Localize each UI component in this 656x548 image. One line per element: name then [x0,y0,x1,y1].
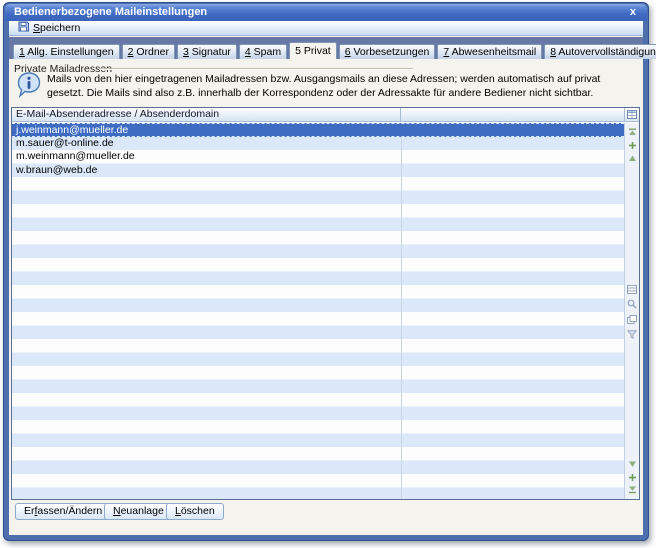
info-text: Mails von den hier eingetragenen Mailadr… [47,73,607,100]
grid-view-icon[interactable] [625,283,639,295]
close-button[interactable]: x [630,5,636,20]
tab-ordner[interactable]: 2 Ordner [122,44,175,59]
scroll-to-bottom-icon[interactable] [625,484,639,496]
tab-privat[interactable]: 5 Privat [289,42,337,59]
grid-row[interactable]: w.braun@web.de [12,164,624,178]
loeschen-button[interactable]: Löschen [166,503,224,520]
search-icon[interactable] [625,298,639,310]
filter-icon[interactable] [625,328,639,340]
grid-column-divider [401,123,402,499]
tab-page-privat: Private Mailadressen Mails von den hier … [9,59,643,535]
tab-signatur[interactable]: 3 Signatur [177,44,237,59]
group-divider [99,68,413,70]
neuanlage-button[interactable]: Neuanlage [104,503,173,520]
window-title: Bedienerbezogene Maileinstellungen [14,6,207,18]
save-label: peichern [40,22,80,34]
scroll-to-top-icon[interactable] [625,126,639,138]
grid-header-row: E-Mail-Absenderadresse / Absenderdomain [12,108,624,122]
grid-row[interactable]: m.weinmann@mueller.de [12,150,624,164]
button-row: Erfassen/Ändern Neuanlage Löschen [9,503,643,523]
grid-row-selected[interactable]: j.weinmann@mueller.de [12,123,624,137]
grid-navigator-strip [624,123,639,499]
card-view-icon[interactable] [625,313,639,325]
grid-row[interactable]: m.sauer@t-online.de [12,137,624,151]
tab-spam[interactable]: 4 Spam [239,44,287,59]
tab-vorbesetzungen[interactable]: 6 Vorbesetzungen [339,44,436,59]
info-icon [17,72,41,104]
scroll-up-icon[interactable] [625,152,639,164]
email-grid: E-Mail-Absenderadresse / Absenderdomain … [11,107,640,500]
insert-row-top-icon[interactable] [625,139,639,151]
dialog-client-area: Speichern 1 Allg. Einstellungen 2 Ordner… [9,21,643,535]
tab-abwesenheitsmail[interactable]: 7 Abwesenheitsmail [437,44,542,59]
grid-header-email-column[interactable]: E-Mail-Absenderadresse / Absenderdomain [12,108,401,122]
save-label-mnemonic: S [33,22,40,34]
title-bar: Bedienerbezogene Maileinstellungen x [5,4,647,21]
toolbar: Speichern [9,21,643,36]
save-icon [18,21,29,35]
grid-body: j.weinmann@mueller.de m.sauer@t-online.d… [12,123,624,499]
dialog-window: Bedienerbezogene Maileinstellungen x Spe… [3,2,649,541]
scroll-down-icon[interactable] [625,458,639,470]
column-chooser-icon [627,110,637,119]
column-chooser-button[interactable] [624,108,639,122]
tab-strip: 1 Allg. Einstellungen 2 Ordner 3 Signatu… [9,37,643,59]
tab-autovervollstaendigung[interactable]: 8 Autovervollständigung [544,44,656,59]
save-button[interactable]: Speichern [14,21,84,35]
info-text-line2: gesetzt. Die Mails sind also z.B. innerh… [47,87,607,101]
info-text-line1: Mails von den hier eingetragenen Mailadr… [47,73,607,87]
insert-row-bottom-icon[interactable] [625,471,639,483]
erfassen-aendern-button[interactable]: Erfassen/Ändern [15,503,111,520]
tab-allg-einstellungen[interactable]: 1 Allg. Einstellungen [13,44,120,59]
